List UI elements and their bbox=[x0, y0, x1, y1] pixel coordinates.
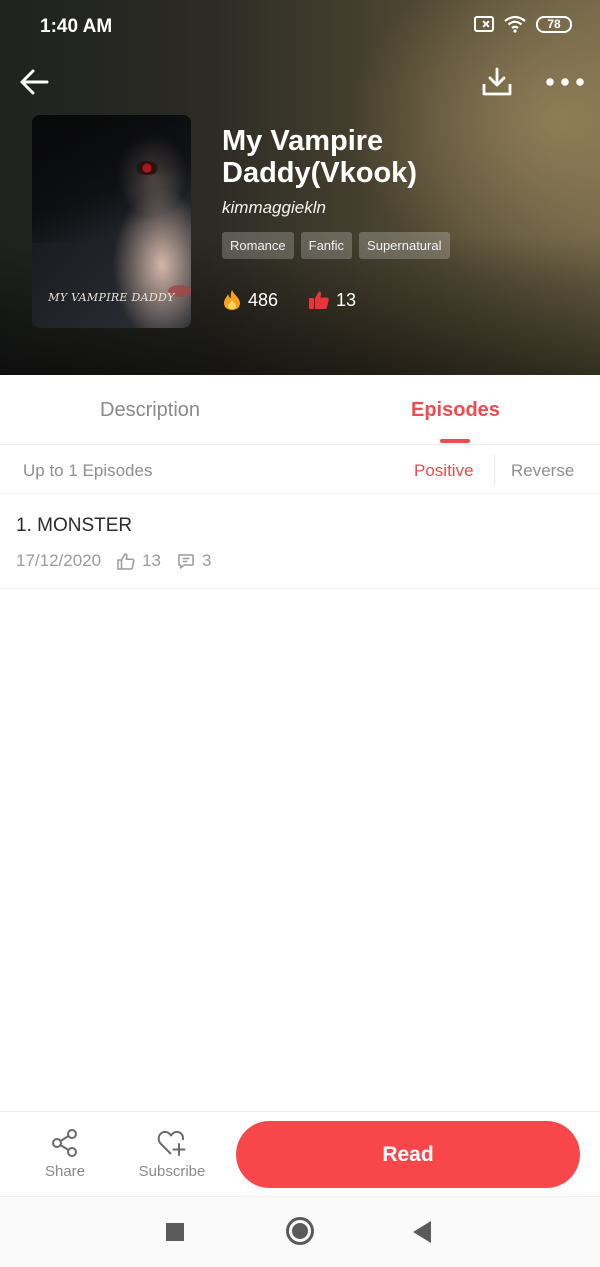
download-icon bbox=[482, 67, 512, 96]
book-cover: MY VAMPIRE DADDY bbox=[32, 115, 191, 328]
tag-romance[interactable]: Romance bbox=[222, 232, 294, 259]
sort-divider bbox=[494, 455, 495, 485]
system-nav-bar bbox=[0, 1196, 600, 1267]
home-button[interactable] bbox=[286, 1217, 314, 1245]
bottom-action-bar: Share Subscribe Read bbox=[0, 1111, 600, 1196]
share-icon bbox=[52, 1129, 77, 1157]
tab-episodes[interactable]: Episodes bbox=[411, 399, 500, 422]
back-arrow-icon bbox=[20, 69, 49, 95]
book-stats: 486 13 bbox=[222, 289, 582, 311]
tab-description[interactable]: Description bbox=[100, 399, 200, 422]
more-options-button[interactable] bbox=[540, 62, 590, 102]
tab-bar: Description Episodes bbox=[0, 375, 600, 445]
like-outline-icon bbox=[117, 552, 135, 570]
thumbs-up-icon bbox=[309, 291, 329, 309]
book-header: 1:40 AM 78 MY VAMPIRE DADDY My Vampire D… bbox=[0, 0, 600, 375]
sim-off-icon bbox=[474, 16, 494, 32]
views-stat: 486 bbox=[222, 289, 278, 311]
tag-supernatural[interactable]: Supernatural bbox=[359, 232, 450, 259]
download-button[interactable] bbox=[476, 62, 518, 102]
book-author[interactable]: kimmaggiekln bbox=[222, 198, 582, 218]
tag-fanfic[interactable]: Fanfic bbox=[300, 232, 353, 259]
battery-indicator: 78 bbox=[536, 15, 572, 33]
cover-title-text: MY VAMPIRE DADDY bbox=[48, 291, 175, 304]
fire-icon bbox=[224, 290, 240, 310]
wifi-icon bbox=[504, 15, 526, 33]
episode-date: 17/12/2020 bbox=[16, 551, 102, 570]
subscribe-button[interactable]: Subscribe bbox=[132, 1128, 212, 1180]
comment-icon bbox=[178, 553, 194, 569]
status-time: 1:40 AM bbox=[40, 16, 113, 37]
episode-list-item[interactable]: 1. MONSTER 17/12/2020 13 3 bbox=[0, 494, 600, 589]
episode-meta: 17/12/2020 13 3 bbox=[16, 551, 227, 571]
likes-count: 13 bbox=[336, 289, 357, 310]
views-count: 486 bbox=[248, 289, 279, 310]
share-label: Share bbox=[44, 1163, 86, 1180]
read-button[interactable]: Read bbox=[236, 1121, 580, 1188]
sort-positive-button[interactable]: Positive bbox=[414, 461, 474, 481]
episode-count-label: Up to 1 Episodes bbox=[23, 461, 153, 480]
episode-title: 1. MONSTER bbox=[16, 515, 133, 536]
tag-list: Romance Fanfic Supernatural bbox=[222, 232, 582, 259]
recent-apps-button[interactable] bbox=[166, 1223, 184, 1241]
more-dots-icon bbox=[546, 78, 584, 86]
heart-plus-icon bbox=[157, 1130, 186, 1156]
book-info: My Vampire Daddy(Vkook) kimmaggiekln Rom… bbox=[222, 125, 582, 311]
status-bar: 1:40 AM 78 bbox=[0, 0, 600, 54]
back-button[interactable] bbox=[14, 62, 54, 102]
episode-comments: 3 bbox=[177, 551, 211, 571]
subscribe-label: Subscribe bbox=[138, 1163, 206, 1180]
likes-stat: 13 bbox=[308, 290, 356, 311]
episode-likes: 13 bbox=[117, 551, 161, 571]
share-button[interactable]: Share bbox=[25, 1128, 105, 1180]
episode-sort-row: Up to 1 Episodes Positive Reverse bbox=[0, 445, 600, 494]
status-icons: 78 bbox=[474, 15, 572, 33]
sort-reverse-button[interactable]: Reverse bbox=[511, 461, 574, 481]
book-title: My Vampire Daddy(Vkook) bbox=[222, 125, 417, 189]
system-back-button[interactable] bbox=[413, 1221, 431, 1243]
active-tab-indicator bbox=[440, 439, 470, 443]
